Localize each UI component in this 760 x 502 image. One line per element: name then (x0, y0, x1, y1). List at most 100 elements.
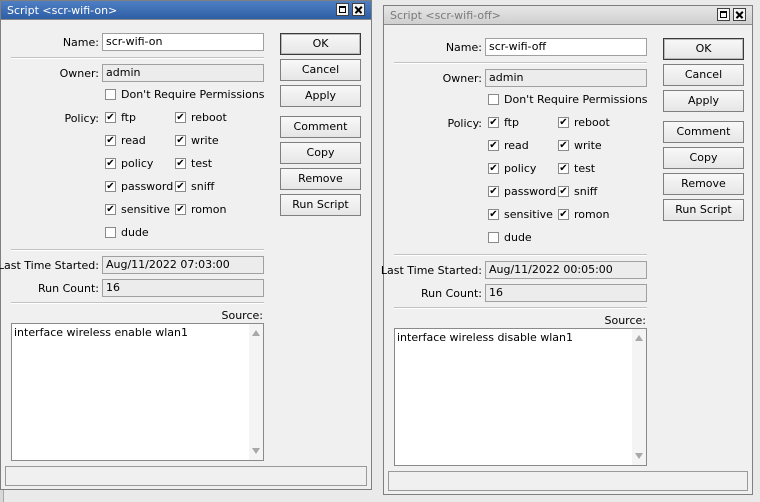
checkbox-box[interactable]: ✔ (105, 135, 116, 146)
policy-label: Policy: (447, 117, 482, 130)
scroll-down-icon[interactable] (252, 448, 260, 454)
run-script-button[interactable]: Run Script (280, 194, 361, 216)
policy-label: policy (121, 157, 154, 170)
policy-label: Policy: (64, 112, 99, 125)
policy-label: password (504, 185, 557, 198)
source-label: Source: (604, 314, 647, 327)
source-editor[interactable]: interface wireless disable wlan1 (394, 328, 647, 466)
vertical-scrollbar[interactable] (632, 329, 646, 465)
run-count-label: Run Count: (421, 287, 482, 300)
remove-button[interactable]: Remove (663, 173, 744, 195)
checkbox-box[interactable]: ✔ (175, 181, 186, 192)
checkbox-box[interactable]: ✔ (105, 181, 116, 192)
dont-require-permissions-label: Don't Require Permissions (504, 93, 648, 106)
title-bar[interactable]: Script <scr-wifi-off> (384, 6, 752, 25)
window-title: Script <scr-wifi-on> (7, 4, 118, 17)
last-time-started-label: Last Time Started: (0, 259, 99, 272)
checkbox-box[interactable]: ✔ (558, 163, 569, 174)
policy-label: sensitive (121, 203, 170, 216)
policy-label: test (574, 162, 596, 175)
policy-label: read (121, 134, 146, 147)
close-icon[interactable] (352, 3, 365, 16)
last-time-started-field: Aug/11/2022 07:03:00 (102, 256, 264, 274)
checkbox-box[interactable]: ✔ (558, 117, 569, 128)
window-title: Script <scr-wifi-off> (390, 9, 501, 22)
name-label: Name: (62, 36, 99, 49)
last-time-started-label: Last Time Started: (380, 264, 482, 277)
script-window-wifi-on[interactable]: Script <scr-wifi-on> Name: scr-wifi-on Owne… (0, 0, 372, 490)
status-bar (5, 466, 367, 486)
run-count-field: 16 (485, 284, 647, 302)
name-label: Name: (445, 41, 482, 54)
scroll-down-icon[interactable] (635, 453, 643, 459)
apply-button[interactable]: Apply (280, 85, 361, 107)
name-field[interactable]: scr-wifi-on (102, 33, 264, 51)
owner-field: admin (485, 69, 647, 87)
close-icon[interactable] (733, 8, 746, 21)
copy-button[interactable]: Copy (280, 142, 361, 164)
title-bar[interactable]: Script <scr-wifi-on> (1, 1, 371, 20)
policy-label: read (504, 139, 529, 152)
scroll-up-icon[interactable] (635, 335, 643, 341)
policy-label: dude (121, 226, 149, 239)
policy-label: test (191, 157, 213, 170)
checkbox-box[interactable]: ✔ (488, 140, 499, 151)
separator (394, 307, 647, 309)
copy-button[interactable]: Copy (663, 147, 744, 169)
source-text[interactable]: interface wireless enable wlan1 (14, 326, 188, 339)
owner-label: Owner: (442, 72, 482, 85)
comment-button[interactable]: Comment (280, 116, 361, 138)
checkbox-box[interactable]: ✔ (105, 158, 116, 169)
checkbox-box[interactable]: ✔ (558, 209, 569, 220)
checkbox-box[interactable]: ✔ (558, 186, 569, 197)
policy-label: policy (504, 162, 537, 175)
checkbox-box[interactable]: ✔ (175, 158, 186, 169)
checkbox-box[interactable] (105, 89, 116, 100)
cancel-button[interactable]: Cancel (280, 59, 361, 81)
ok-button[interactable]: OK (280, 33, 361, 55)
checkbox-box[interactable]: ✔ (175, 204, 186, 215)
policy-label: sniff (191, 180, 215, 193)
maximize-icon[interactable] (717, 8, 730, 21)
policy-label: sensitive (504, 208, 553, 221)
ok-button[interactable]: OK (663, 38, 744, 60)
source-editor[interactable]: interface wireless enable wlan1 (11, 323, 264, 461)
checkbox-box[interactable]: ✔ (488, 117, 499, 128)
source-text[interactable]: interface wireless disable wlan1 (397, 331, 573, 344)
separator (11, 249, 264, 251)
comment-button[interactable]: Comment (663, 121, 744, 143)
vertical-scrollbar[interactable] (249, 324, 263, 460)
checkbox-box[interactable]: ✔ (488, 163, 499, 174)
checkbox-box[interactable] (488, 232, 499, 243)
checkbox-box[interactable] (105, 227, 116, 238)
remove-button[interactable]: Remove (280, 168, 361, 190)
run-count-label: Run Count: (38, 282, 99, 295)
checkbox-box[interactable]: ✔ (175, 135, 186, 146)
policy-label: reboot (574, 116, 610, 129)
policy-label: sniff (574, 185, 598, 198)
maximize-icon[interactable] (336, 3, 349, 16)
separator (11, 302, 264, 304)
scroll-up-icon[interactable] (252, 330, 260, 336)
checkbox-box[interactable]: ✔ (105, 204, 116, 215)
status-bar (388, 471, 748, 491)
cancel-button[interactable]: Cancel (663, 64, 744, 86)
policy-label: write (574, 139, 602, 152)
name-field[interactable]: scr-wifi-off (485, 38, 647, 56)
policy-label: ftp (121, 111, 136, 124)
run-script-button[interactable]: Run Script (663, 199, 744, 221)
checkbox-box[interactable]: ✔ (175, 112, 186, 123)
policy-label: reboot (191, 111, 227, 124)
script-window-wifi-off[interactable]: Script <scr-wifi-off> Name: scr-wifi-off Ow… (380, 5, 753, 495)
policy-label: dude (504, 231, 532, 244)
source-label: Source: (221, 309, 264, 322)
checkbox-box[interactable]: ✔ (558, 140, 569, 151)
apply-button[interactable]: Apply (663, 90, 744, 112)
checkbox-box[interactable]: ✔ (105, 112, 116, 123)
checkbox-box[interactable]: ✔ (488, 209, 499, 220)
checkbox-box[interactable] (488, 94, 499, 105)
policy-label: romon (191, 203, 227, 216)
owner-label: Owner: (59, 67, 99, 80)
checkbox-box[interactable]: ✔ (488, 186, 499, 197)
run-count-field: 16 (102, 279, 264, 297)
